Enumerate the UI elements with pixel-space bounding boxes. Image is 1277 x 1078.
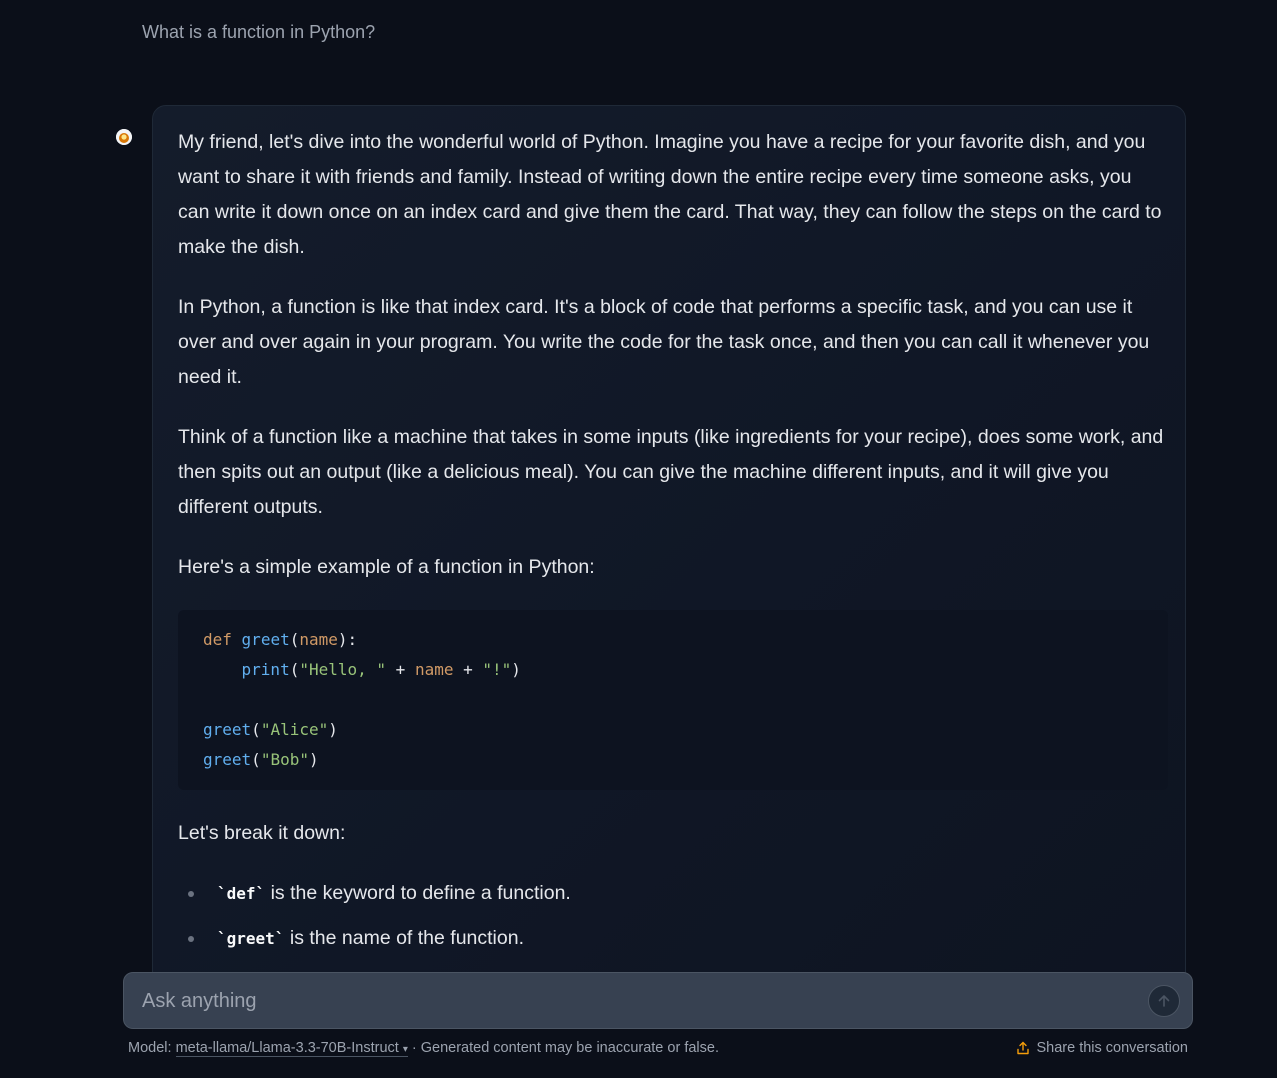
arrow-up-icon (1158, 995, 1170, 1007)
share-conversation-button[interactable]: Share this conversation (1016, 1040, 1188, 1056)
assistant-response: My friend, let's dive into the wonderful… (178, 125, 1168, 966)
list-item: `def` is the keyword to define a functio… (188, 876, 1168, 911)
response-paragraph: In Python, a function is like that index… (178, 296, 1150, 388)
send-button[interactable] (1148, 985, 1180, 1017)
list-item-text: is the keyword to define a function. (265, 882, 571, 904)
upload-icon (1017, 1041, 1030, 1055)
breakdown-list: `def` is the keyword to define a functio… (178, 876, 1168, 956)
user-message: What is a function in Python? (142, 22, 376, 42)
inline-code: `def` (217, 884, 266, 903)
model-prefix: Model: (128, 1040, 176, 1056)
code-line-4: greet("Alice") (203, 720, 338, 739)
footer-model-info: Model: meta-llama/Llama-3.3-70B-Instruct… (128, 1040, 719, 1057)
code-block[interactable]: def greet(name): print("Hello, " + name … (178, 610, 1168, 790)
chat-input[interactable] (140, 973, 1124, 1030)
list-item-text: is the name of the function. (284, 927, 524, 949)
response-paragraph: Think of a function like a machine that … (178, 426, 1164, 518)
share-label: Share this conversation (1036, 1040, 1188, 1056)
assistant-avatar-icon (116, 129, 132, 145)
response-paragraph: Here's a simple example of a function in… (178, 556, 595, 578)
model-selector[interactable]: meta-llama/Llama-3.3-70B-Instruct ▾ (175, 1040, 408, 1057)
code-line-2: print("Hello, " + name + "!") (241, 660, 521, 679)
list-item: `greet` is the name of the function. (188, 921, 1168, 956)
breakdown-intro: Let's break it down: (178, 822, 346, 844)
chat-input-container (123, 972, 1193, 1030)
code-line-1: def greet(name): (203, 630, 358, 649)
response-paragraph: My friend, let's dive into the wonderful… (178, 131, 1162, 258)
inline-code: `greet` (217, 929, 285, 948)
disclaimer-text: · Generated content may be inaccurate or… (407, 1040, 719, 1056)
code-line-5: greet("Bob") (203, 750, 319, 769)
